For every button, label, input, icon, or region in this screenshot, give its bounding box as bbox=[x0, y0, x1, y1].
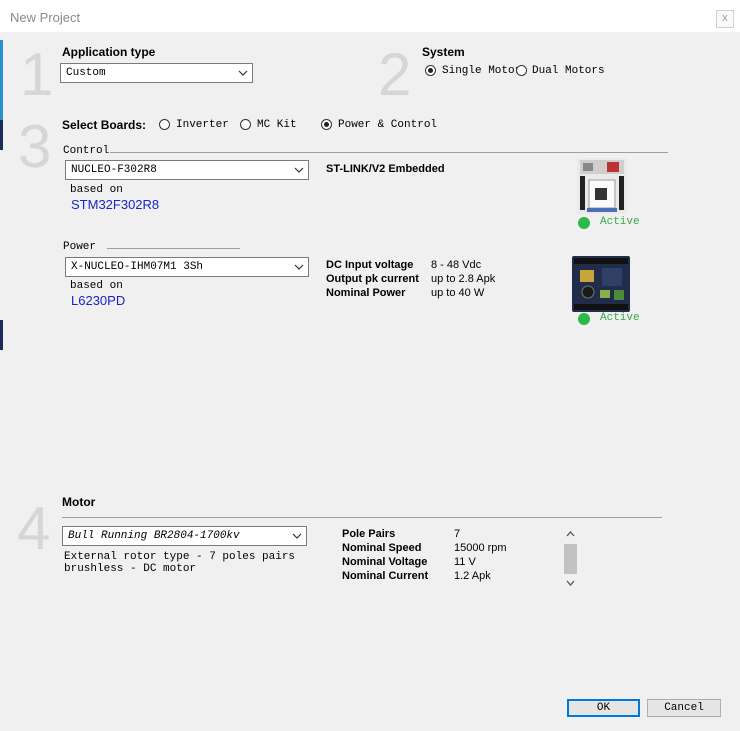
power-control-label: Power & Control bbox=[338, 119, 438, 131]
motor-spec-value: 1.2 Apk bbox=[454, 570, 491, 582]
step-number-1: 1 bbox=[20, 41, 54, 108]
spec-key: DC Input voltage bbox=[326, 259, 414, 271]
motor-spec-key: Nominal Voltage bbox=[342, 556, 428, 568]
step-number-2: 2 bbox=[378, 41, 412, 108]
control-info: ST-LINK/V2 Embedded bbox=[326, 163, 445, 175]
title-bar: New Project x bbox=[0, 0, 740, 32]
chevron-down-icon bbox=[294, 167, 304, 173]
motor-spec-value: 15000 rpm bbox=[454, 542, 507, 554]
inverter-label: Inverter bbox=[176, 119, 229, 131]
step-number-4: 4 bbox=[17, 495, 51, 562]
motor-spec-key: Pole Pairs bbox=[342, 528, 396, 540]
motor-spec-value: 11 V bbox=[454, 556, 476, 568]
motor-spec-key: Nominal Speed bbox=[342, 542, 422, 554]
new-project-dialog: New Project x 1 Application type Custom … bbox=[0, 0, 740, 731]
control-board-select[interactable]: NUCLEO-F302R8 bbox=[65, 160, 309, 180]
cancel-button[interactable]: Cancel bbox=[647, 699, 721, 717]
window-title: New Project bbox=[10, 10, 81, 25]
inverter-radio[interactable] bbox=[159, 119, 170, 130]
single-motor-label: Single Motor bbox=[442, 65, 522, 77]
close-icon: x bbox=[722, 12, 728, 24]
power-control-radio[interactable] bbox=[321, 119, 332, 130]
motor-value: Bull Running BR2804-1700kv bbox=[68, 530, 240, 542]
ok-button[interactable]: OK bbox=[567, 699, 640, 717]
control-group-label: Control bbox=[63, 145, 110, 157]
application-type-value: Custom bbox=[66, 67, 106, 79]
background-strip bbox=[0, 40, 3, 120]
motor-spec-key: Nominal Current bbox=[342, 570, 429, 582]
background-strip bbox=[0, 320, 3, 350]
power-board-value: X-NUCLEO-IHM07M1 3Sh bbox=[71, 261, 204, 273]
power-board-select[interactable]: X-NUCLEO-IHM07M1 3Sh bbox=[65, 257, 309, 277]
motor-description-line2: brushless - DC motor bbox=[64, 563, 197, 575]
mc-kit-label: MC Kit bbox=[257, 119, 297, 131]
spec-value: 8 - 48 Vdc bbox=[431, 259, 482, 271]
control-divider bbox=[110, 152, 668, 153]
chevron-down-icon bbox=[238, 70, 248, 76]
power-divider bbox=[107, 248, 240, 249]
control-active-status-icon bbox=[578, 217, 590, 229]
control-based-on-label: based on bbox=[70, 184, 123, 196]
power-active-status-icon bbox=[578, 313, 590, 325]
scroll-down-icon[interactable] bbox=[566, 579, 575, 587]
control-mcu-link[interactable]: STM32F302R8 bbox=[71, 197, 159, 212]
chevron-down-icon bbox=[292, 533, 302, 539]
single-motor-radio[interactable] bbox=[425, 65, 436, 76]
close-button[interactable]: x bbox=[716, 10, 734, 28]
control-active-status: Active bbox=[600, 216, 640, 228]
power-board-image bbox=[572, 256, 630, 312]
motor-divider bbox=[62, 517, 662, 518]
spec-value: up to 40 W bbox=[431, 287, 485, 299]
dual-motors-label: Dual Motors bbox=[532, 65, 605, 77]
nucleo-board-image bbox=[577, 158, 627, 214]
power-active-status: Active bbox=[600, 312, 640, 324]
motor-specs-scrollbar[interactable] bbox=[563, 527, 578, 589]
background-strip bbox=[0, 120, 3, 150]
motor-spec-value: 7 bbox=[454, 528, 461, 540]
chevron-down-icon bbox=[294, 264, 304, 270]
scroll-thumb[interactable] bbox=[564, 544, 577, 574]
scroll-up-icon[interactable] bbox=[566, 530, 575, 538]
control-board-value: NUCLEO-F302R8 bbox=[71, 164, 157, 176]
motor-label: Motor bbox=[62, 495, 96, 509]
power-group-label: Power bbox=[63, 241, 97, 253]
application-type-label: Application type bbox=[62, 45, 156, 59]
motor-select[interactable]: Bull Running BR2804-1700kv bbox=[62, 526, 307, 546]
power-based-on-label: based on bbox=[70, 280, 123, 292]
dual-motors-radio[interactable] bbox=[516, 65, 527, 76]
mc-kit-radio[interactable] bbox=[240, 119, 251, 130]
system-label: System bbox=[422, 45, 465, 59]
power-ic-link[interactable]: L6230PD bbox=[71, 293, 125, 308]
spec-key: Output pk current bbox=[326, 273, 419, 285]
spec-value: up to 2.8 Apk bbox=[431, 273, 496, 285]
step-number-3: 3 bbox=[18, 113, 52, 180]
spec-key: Nominal Power bbox=[326, 287, 406, 299]
select-boards-label: Select Boards: bbox=[62, 118, 147, 132]
application-type-select[interactable]: Custom bbox=[60, 63, 253, 83]
motor-description-line1: External rotor type - 7 poles pairs bbox=[64, 551, 296, 563]
